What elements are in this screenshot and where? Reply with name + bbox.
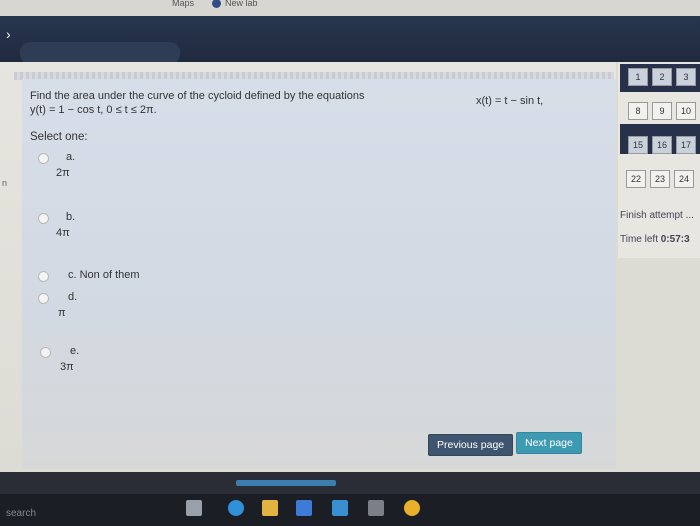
option-a-label[interactable]: a.	[66, 151, 75, 163]
nav-question-2[interactable]: 2	[652, 68, 672, 86]
nav-question-10[interactable]: 10	[676, 102, 696, 120]
nav-question-9[interactable]: 9	[652, 102, 672, 120]
question-equation-x: x(t) = t − sin t,	[476, 95, 544, 107]
time-left-label: Time left	[620, 234, 658, 245]
option-b-value: 4π	[56, 227, 70, 239]
nav-question-22[interactable]: 22	[626, 170, 646, 188]
select-one-label: Select one:	[30, 131, 88, 143]
option-b-radio[interactable]	[38, 213, 49, 224]
bookmarks-bar: Maps New lab	[0, 0, 700, 16]
option-e-value: 3π	[60, 361, 74, 373]
mail-icon[interactable]	[332, 500, 348, 516]
nav-question-17[interactable]: 17	[676, 136, 696, 154]
nav-question-15[interactable]: 15	[628, 136, 648, 154]
store-icon[interactable]	[296, 500, 312, 516]
nav-question-23[interactable]: 23	[650, 170, 670, 188]
option-c-radio[interactable]	[38, 271, 49, 282]
nav-question-24[interactable]: 24	[674, 170, 694, 188]
bottom-strip	[0, 472, 700, 494]
bookmark-new-lab-label: New lab	[225, 0, 258, 8]
nav-question-3[interactable]: 3	[676, 68, 696, 86]
option-a-value: 2π	[56, 167, 70, 179]
finish-attempt-link[interactable]: Finish attempt ...	[620, 210, 694, 221]
arrow-right-icon[interactable]: ›	[6, 26, 11, 42]
bookmark-new-lab[interactable]: New lab	[212, 0, 258, 9]
previous-page-button[interactable]: Previous page	[428, 434, 514, 456]
nav-question-8[interactable]: 8	[628, 102, 648, 120]
globe-icon	[212, 0, 221, 9]
option-e-label[interactable]: e.	[70, 345, 79, 357]
site-header: ›	[0, 16, 700, 64]
option-c-label[interactable]: c. Non of them	[68, 269, 140, 281]
option-a-radio[interactable]	[38, 153, 49, 164]
question-line-1: Find the area under the curve of the cyc…	[30, 90, 365, 102]
site-logo	[20, 42, 180, 64]
question-box: Find the area under the curve of the cyc…	[22, 79, 616, 469]
nav-question-1[interactable]: 1	[628, 68, 648, 86]
edge-fragment: n	[2, 178, 8, 188]
edge-icon[interactable]	[228, 500, 244, 516]
time-left-value: 0:57:3	[660, 234, 690, 245]
question-text: Find the area under the curve of the cyc…	[30, 89, 365, 117]
taskbar: search	[0, 494, 700, 526]
option-b-label[interactable]: b.	[66, 211, 75, 223]
task-view-icon[interactable]	[186, 500, 202, 516]
active-window-indicator	[236, 480, 336, 486]
next-page-button[interactable]: Next page	[516, 432, 582, 454]
question-line-2: y(t) = 1 − cos t, 0 ≤ t ≤ 2π.	[30, 104, 157, 116]
file-explorer-icon[interactable]	[262, 500, 278, 516]
option-d-label[interactable]: d.	[68, 291, 77, 303]
taskbar-search[interactable]: search	[6, 508, 36, 519]
calculator-icon[interactable]	[368, 500, 384, 516]
option-d-radio[interactable]	[38, 293, 49, 304]
option-e-radio[interactable]	[40, 347, 51, 358]
option-d-value: π	[58, 307, 66, 319]
quiz-navigation: 1 2 3 8 9 10 15 16 17 22 23 24	[618, 62, 700, 258]
chrome-icon[interactable]	[404, 500, 420, 516]
main-content: Find the area under the curve of the cyc…	[0, 62, 616, 472]
time-left: Time left 0:57:3	[620, 234, 690, 245]
bookmark-maps[interactable]: Maps	[172, 0, 194, 8]
nav-question-16[interactable]: 16	[652, 136, 672, 154]
